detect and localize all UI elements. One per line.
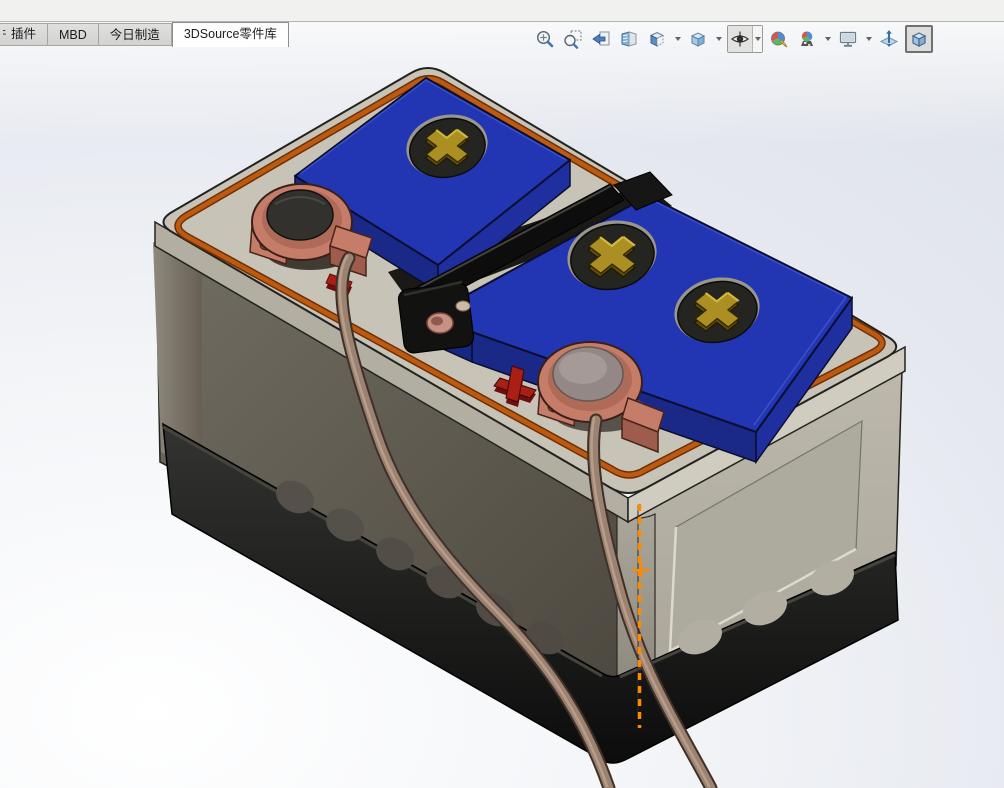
view-settings-button[interactable] bbox=[836, 25, 860, 53]
eye-icon bbox=[730, 29, 750, 49]
zoom-to-area-button[interactable] bbox=[561, 25, 585, 53]
section-view-button[interactable] bbox=[617, 25, 641, 53]
edit-appearance-icon bbox=[769, 29, 789, 49]
clipped-glyph: 件 bbox=[3, 23, 8, 46]
tab-mbd[interactable]: MBD bbox=[48, 23, 99, 46]
previous-view-button[interactable] bbox=[589, 25, 613, 53]
orientation-cube-button[interactable] bbox=[905, 25, 933, 53]
heads-up-view-toolbar bbox=[533, 24, 933, 54]
view-settings-dropdown[interactable] bbox=[864, 25, 873, 53]
edit-appearance-button[interactable] bbox=[767, 25, 791, 53]
cad-application-window: { "tabs": { "items": [ {"label": "插件", "… bbox=[0, 0, 1004, 788]
view-settings-monitor-icon bbox=[838, 29, 858, 49]
zoom-to-area-icon bbox=[563, 29, 583, 49]
section-view-icon bbox=[619, 29, 639, 49]
3d-drawing-view-button[interactable] bbox=[877, 25, 901, 53]
battery-3d-model[interactable] bbox=[0, 0, 1004, 788]
apply-scene-icon bbox=[797, 29, 817, 49]
3d-drawing-view-icon bbox=[879, 29, 899, 49]
display-style-button[interactable] bbox=[645, 25, 669, 53]
view-orientation-button[interactable] bbox=[686, 25, 710, 53]
view-orientation-dropdown[interactable] bbox=[714, 25, 723, 53]
cube-icon bbox=[909, 29, 929, 49]
hide-show-items-button[interactable] bbox=[728, 26, 752, 52]
hide-show-items-dropdown[interactable] bbox=[752, 26, 762, 52]
view-orientation-icon bbox=[688, 29, 708, 49]
tab-3dsource-parts-library[interactable]: 3DSource零件库 bbox=[172, 22, 289, 47]
handle-pivot-block bbox=[397, 282, 474, 354]
command-manager-tabs: 件 插件 MBD 今日制造 3DSource零件库 bbox=[0, 22, 289, 47]
tab-today-manufacturing[interactable]: 今日制造 bbox=[99, 23, 172, 46]
apply-scene-dropdown[interactable] bbox=[823, 25, 832, 53]
hide-show-items-group bbox=[727, 25, 763, 53]
graphics-viewport[interactable] bbox=[0, 22, 1004, 788]
zoom-to-fit-button[interactable] bbox=[533, 25, 557, 53]
apply-scene-button[interactable] bbox=[795, 25, 819, 53]
previous-view-icon bbox=[591, 29, 611, 49]
zoom-to-fit-icon bbox=[535, 29, 555, 49]
tab-plugins[interactable]: 件 插件 bbox=[0, 23, 48, 46]
display-style-dropdown[interactable] bbox=[673, 25, 682, 53]
command-manager-strip bbox=[0, 0, 1004, 22]
display-style-icon bbox=[647, 29, 667, 49]
